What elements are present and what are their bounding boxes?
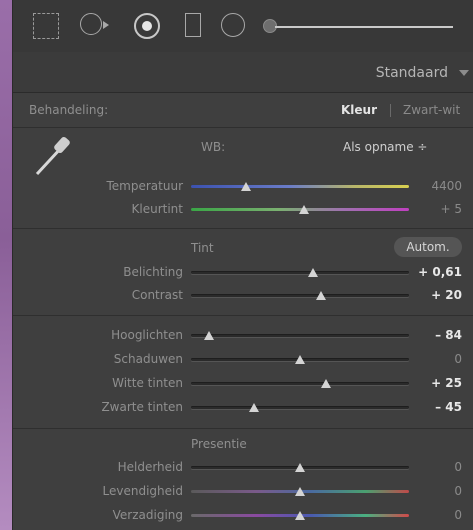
- saturation-label: Verzadiging: [112, 508, 183, 522]
- blacks-label: Zwarte tinten: [101, 400, 183, 414]
- exposure-slider[interactable]: [191, 271, 409, 274]
- clarity-value[interactable]: 0: [402, 460, 462, 474]
- vibrance-label: Levendigheid: [102, 484, 183, 498]
- shadows-value[interactable]: 0: [402, 352, 462, 366]
- wb-value[interactable]: Als opname ÷: [343, 140, 427, 154]
- graduated-filter-icon[interactable]: [185, 13, 201, 37]
- highlights-label: Hooglichten: [111, 328, 183, 342]
- whites-label: Witte tinten: [112, 376, 183, 390]
- temperature-label: Temperatuur: [106, 179, 184, 193]
- presence-section: Presentie Helderheid 0 Levendigheid 0 Ve…: [13, 429, 473, 530]
- red-eye-icon[interactable]: [134, 13, 160, 39]
- exposure-knob[interactable]: [308, 268, 318, 277]
- exposure-value[interactable]: + 0,61: [402, 265, 462, 279]
- wb-eyedropper-icon[interactable]: [31, 134, 73, 180]
- contrast-slider[interactable]: [191, 294, 409, 297]
- develop-panel: Standaard Behandeling: Kleur Zwart-wit W…: [12, 0, 473, 530]
- blacks-slider[interactable]: [191, 406, 409, 409]
- temperature-knob[interactable]: [241, 182, 251, 191]
- vibrance-value[interactable]: 0: [402, 484, 462, 498]
- whites-knob[interactable]: [321, 379, 331, 388]
- auto-tone-button[interactable]: Autom.: [394, 237, 462, 257]
- saturation-value[interactable]: 0: [402, 508, 462, 522]
- brush-slider-track[interactable]: [275, 26, 453, 28]
- vibrance-knob[interactable]: [295, 487, 305, 496]
- clarity-knob[interactable]: [295, 463, 305, 472]
- contrast-label: Contrast: [131, 288, 183, 302]
- tint-value[interactable]: + 5: [402, 202, 462, 216]
- wb-label: WB:: [201, 140, 226, 154]
- blacks-knob[interactable]: [249, 403, 259, 412]
- treatment-row: Behandeling: Kleur Zwart-wit: [13, 93, 473, 128]
- tone-section: Tint Autom. Belichting + 0,61 Contrast +…: [13, 229, 473, 316]
- profile-value[interactable]: Standaard: [376, 65, 448, 81]
- contrast-knob[interactable]: [316, 291, 326, 300]
- clarity-label: Helderheid: [117, 460, 183, 474]
- treatment-label: Behandeling:: [29, 103, 109, 117]
- treatment-color-option[interactable]: Kleur: [341, 103, 377, 117]
- saturation-knob[interactable]: [295, 511, 305, 520]
- exposure-label: Belichting: [123, 265, 183, 279]
- crop-overlay-icon[interactable]: [33, 13, 59, 39]
- tone-title: Tint: [191, 241, 214, 255]
- radial-filter-icon[interactable]: [221, 13, 245, 37]
- tint-knob[interactable]: [299, 205, 309, 214]
- treatment-bw-option[interactable]: Zwart-wit: [403, 103, 460, 117]
- shadows-label: Schaduwen: [113, 352, 183, 366]
- highlights-value[interactable]: – 84: [402, 328, 462, 342]
- profile-row[interactable]: Standaard: [13, 52, 473, 93]
- profile-dropdown-icon[interactable]: [459, 70, 469, 76]
- tone-detail-section: Hooglichten – 84 Schaduwen 0 Witte tinte…: [13, 316, 473, 429]
- blacks-value[interactable]: – 45: [402, 400, 462, 414]
- highlights-slider[interactable]: [191, 334, 409, 337]
- white-balance-section: WB: Als opname ÷ Temperatuur 4400 Kleurt…: [13, 128, 473, 229]
- shadows-knob[interactable]: [295, 355, 305, 364]
- tint-label: Kleurtint: [131, 202, 183, 216]
- contrast-value[interactable]: + 20: [402, 288, 462, 302]
- tool-strip: [13, 0, 473, 53]
- temperature-slider[interactable]: [191, 185, 409, 188]
- whites-value[interactable]: + 25: [402, 376, 462, 390]
- spot-removal-arrow-icon: [103, 21, 109, 29]
- treatment-separator: [390, 104, 391, 117]
- spot-removal-icon[interactable]: [80, 13, 102, 35]
- temperature-value[interactable]: 4400: [402, 179, 462, 193]
- highlights-knob[interactable]: [204, 331, 214, 340]
- whites-slider[interactable]: [191, 382, 409, 385]
- presence-title: Presentie: [191, 437, 247, 451]
